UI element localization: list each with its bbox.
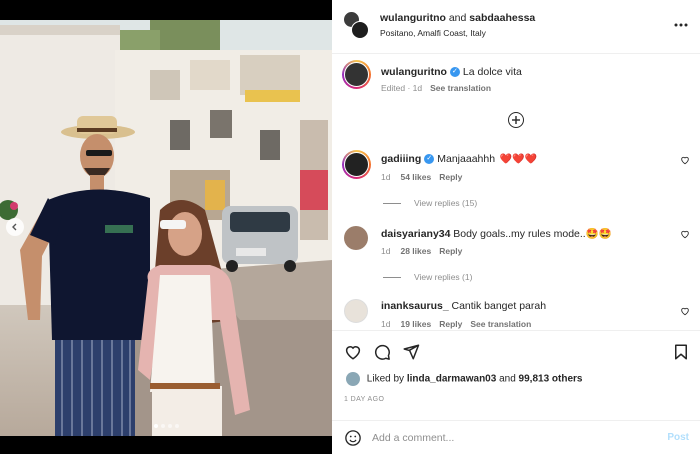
author-username[interactable]: wulanguritno xyxy=(380,12,446,24)
heart-icon xyxy=(345,346,361,360)
liked-by-others[interactable]: 99,813 others xyxy=(519,374,583,385)
verified-badge-icon: ✓ xyxy=(449,67,460,78)
post-details-panel: wulanguritno and sabdaahessa Positano, A… xyxy=(332,0,700,454)
like-button[interactable] xyxy=(344,343,362,361)
carousel-dot xyxy=(167,424,172,428)
post-caption: wulanguritno ✓ La dolce vita Edited · 1d Se… xyxy=(332,54,700,146)
more-horizontal-icon xyxy=(674,23,688,27)
liked-by-user[interactable]: linda_darmawan03 xyxy=(407,374,496,385)
bookmark-icon xyxy=(675,344,687,360)
comment-age: 1d xyxy=(381,319,391,329)
avatar[interactable] xyxy=(344,226,368,250)
caption-text: La dolce vita xyxy=(462,66,522,78)
post-authors: wulanguritno and sabdaahessa xyxy=(380,12,535,24)
liked-by: Liked by linda_darmawan03 and 99,813 oth… xyxy=(346,372,582,386)
carousel-prev-button[interactable] xyxy=(6,218,24,236)
comment-meta: 1d 19 likes Reply See translation xyxy=(381,319,531,329)
photo-illustration xyxy=(0,20,332,436)
caption-line: wulanguritno ✓ La dolce vita xyxy=(381,66,522,78)
comment-likes[interactable]: 19 likes xyxy=(400,319,431,329)
view-replies-button[interactable]: View replies (1) xyxy=(383,272,472,282)
share-button[interactable] xyxy=(402,343,420,361)
chevron-left-icon xyxy=(12,223,17,231)
avatar[interactable] xyxy=(346,372,360,386)
reply-button[interactable]: Reply xyxy=(439,172,462,182)
carousel-dot xyxy=(160,424,165,428)
comment-meta: 1d 28 likes Reply xyxy=(381,246,462,256)
comment-button[interactable] xyxy=(373,343,391,361)
comment-emoji: 🤩🤩 xyxy=(585,228,612,240)
avatar xyxy=(344,62,369,87)
post-time-ago[interactable]: 1 DAY AGO xyxy=(344,396,384,403)
smiley-icon xyxy=(345,430,361,446)
see-translation-link[interactable]: See translation xyxy=(430,83,491,93)
comment-line: inanksaurus_ Cantik banget parah xyxy=(381,300,546,312)
comment-username[interactable]: inanksaurus_ xyxy=(381,300,449,312)
caption-meta: Edited · 1d See translation xyxy=(381,83,491,93)
liked-by-and: and xyxy=(499,373,516,385)
post-location[interactable]: Positano, Amalfi Coast, Italy xyxy=(380,28,486,38)
carousel-dot xyxy=(153,424,158,428)
post-header: wulanguritno and sabdaahessa Positano, A… xyxy=(332,0,700,54)
more-options-button[interactable] xyxy=(674,14,688,30)
reply-button[interactable]: Reply xyxy=(439,246,462,256)
view-replies-button[interactable]: View replies (15) xyxy=(383,198,477,208)
caption-avatar[interactable] xyxy=(342,60,371,89)
heart-outline-icon xyxy=(681,307,689,316)
collab-avatars[interactable] xyxy=(343,11,369,39)
see-translation-link[interactable]: See translation xyxy=(470,319,531,329)
comment-emoji: ❤️❤️❤️ xyxy=(499,154,538,165)
comment-input[interactable] xyxy=(372,430,652,446)
post-comment-button[interactable]: Post xyxy=(667,432,689,443)
comment-likes[interactable]: 28 likes xyxy=(400,246,431,256)
comment-username[interactable]: gadiiing xyxy=(381,153,421,165)
post-action-bar xyxy=(332,330,700,372)
add-comment-bar: Post xyxy=(332,420,700,454)
avatar xyxy=(351,21,369,39)
coauthor-username[interactable]: sabdaahessa xyxy=(469,12,535,24)
comment-item: gadiiing ✓ Manjaaahhh ❤️❤️❤️ 1d 54 likes Rep… xyxy=(332,148,700,214)
comment-avatar[interactable] xyxy=(342,150,371,179)
comment-like-button[interactable] xyxy=(680,229,690,239)
carousel-dots xyxy=(0,424,332,428)
authors-joiner: and xyxy=(448,12,467,24)
comment-text: Cantik banget parah xyxy=(451,300,547,312)
reply-button[interactable]: Reply xyxy=(439,319,462,329)
save-button[interactable] xyxy=(672,343,690,361)
plus-icon xyxy=(512,116,520,124)
comment-item: inanksaurus_ Cantik banget parah 1d 19 li… xyxy=(332,294,700,330)
avatar xyxy=(344,152,369,177)
caption-edited: Edited · 1d xyxy=(381,83,423,93)
post-photo[interactable] xyxy=(0,20,332,436)
liked-by-prefix: Liked by xyxy=(366,373,405,385)
comment-line: gadiiing ✓ Manjaaahhh ❤️❤️❤️ xyxy=(381,153,537,165)
verified-badge-icon: ✓ xyxy=(424,154,435,165)
heart-outline-icon xyxy=(681,156,689,165)
comment-item: daisyariany34 Body goals..my rules mode.… xyxy=(332,222,700,288)
comment-line: daisyariany34 Body goals..my rules mode.… xyxy=(381,227,612,240)
instagram-post-window: wulanguritno and sabdaahessa Positano, A… xyxy=(0,0,700,454)
comment-like-button[interactable] xyxy=(680,306,690,316)
comment-age: 1d xyxy=(381,172,391,182)
comment-likes[interactable]: 54 likes xyxy=(400,172,431,182)
avatar[interactable] xyxy=(344,299,368,323)
comment-like-button[interactable] xyxy=(680,155,690,165)
comment-bubble-icon xyxy=(375,344,390,360)
caption-username[interactable]: wulanguritno xyxy=(381,66,447,78)
comment-text: Body goals..my rules mode.. xyxy=(453,228,586,240)
comment-meta: 1d 54 likes Reply xyxy=(381,172,462,182)
paper-plane-icon xyxy=(403,344,420,360)
post-media xyxy=(0,0,332,454)
comment-text: Manjaaahhh xyxy=(437,153,496,165)
emoji-button[interactable] xyxy=(344,429,362,447)
comment-username[interactable]: daisyariany34 xyxy=(381,228,450,240)
heart-outline-icon xyxy=(681,230,689,239)
carousel-dot xyxy=(174,424,179,428)
comment-age: 1d xyxy=(381,246,391,256)
load-more-comments-button[interactable] xyxy=(508,112,524,128)
